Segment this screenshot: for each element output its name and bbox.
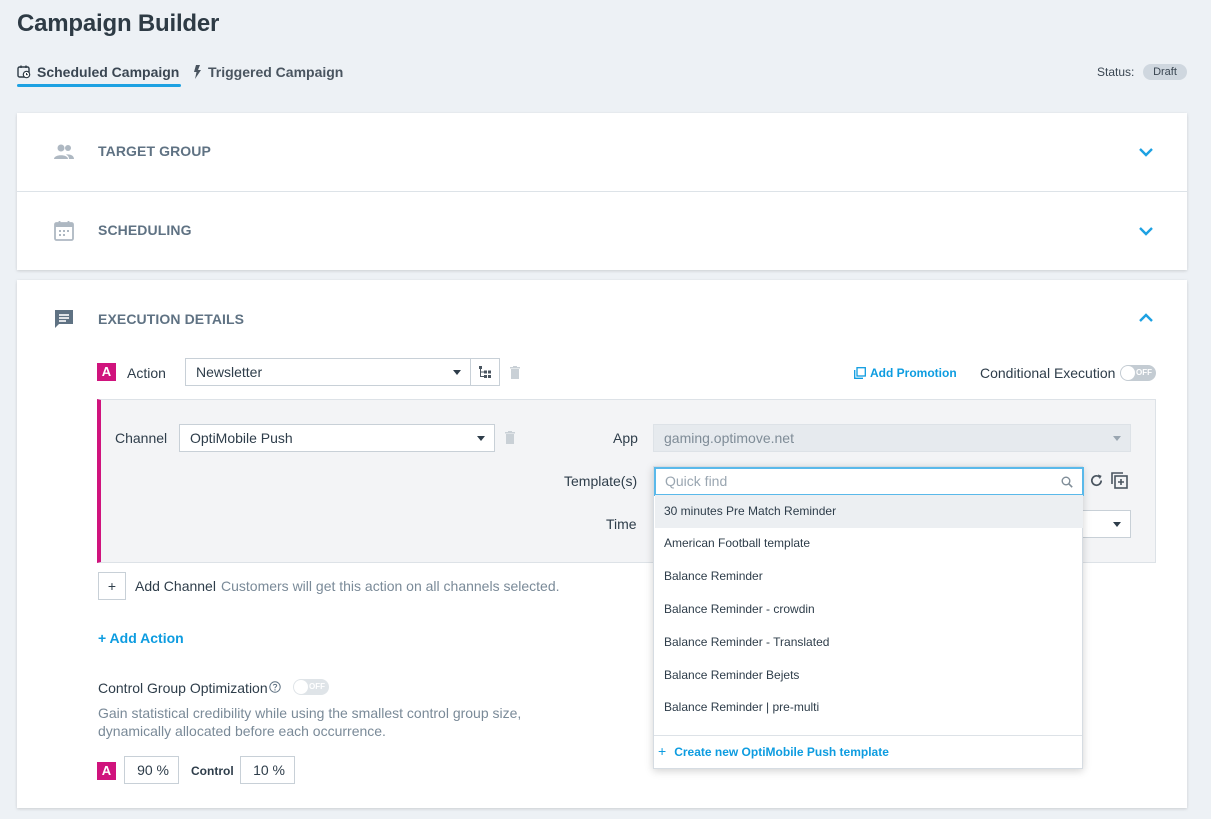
caret-down-icon: [477, 436, 485, 441]
tab-label: Scheduled Campaign: [37, 64, 180, 80]
add-promotion-label: Add Promotion: [870, 366, 957, 380]
template-dropdown: Quick find 30 minutes Pre Match Reminder…: [653, 466, 1084, 769]
chevron-down-icon[interactable]: [1137, 222, 1155, 240]
conditional-execution-toggle[interactable]: OFF: [1120, 365, 1156, 381]
toggle-state: OFF: [309, 682, 325, 691]
caret-down-icon: [1113, 436, 1121, 441]
trash-icon[interactable]: [505, 431, 515, 444]
action-tree-button[interactable]: [470, 358, 500, 386]
scheduling-header[interactable]: SCHEDULING: [17, 192, 1187, 270]
plus-icon: +: [107, 578, 117, 594]
templates-label: Template(s): [564, 473, 638, 489]
add-channel-button[interactable]: +: [98, 572, 126, 600]
toggle-state: OFF: [1136, 368, 1152, 377]
template-option[interactable]: Balance Reminder | pre-multi: [655, 691, 1083, 724]
help-icon[interactable]: [269, 681, 281, 693]
status-label: Status:: [1097, 65, 1135, 79]
add-action-link[interactable]: + Add Action: [98, 630, 184, 646]
channel-select[interactable]: OptiMobile Push: [179, 424, 495, 452]
calendar-clock-icon: [17, 65, 31, 79]
page-title: Campaign Builder: [17, 10, 220, 37]
conditional-execution-label: Conditional Execution: [980, 365, 1116, 381]
chevron-up-icon[interactable]: [1137, 309, 1155, 327]
control-label: Control: [191, 764, 234, 778]
tab-label: Triggered Campaign: [208, 64, 344, 80]
search-icon: [1061, 476, 1073, 488]
action-select[interactable]: Newsletter: [185, 358, 471, 386]
time-label: Time: [606, 516, 637, 532]
add-promotion-link[interactable]: Add Promotion: [854, 366, 957, 380]
toggle-knob: [294, 680, 308, 694]
message-icon: [55, 310, 73, 328]
control-group-label: Control Group Optimization: [98, 680, 268, 696]
template-option[interactable]: Balance Reminder: [655, 560, 1083, 593]
copy-icon: [854, 367, 866, 379]
template-search-placeholder: Quick find: [665, 473, 728, 489]
template-option[interactable]: Balance Reminder - Translated: [655, 626, 1083, 659]
control-percentage-input[interactable]: 10 %: [240, 756, 295, 784]
tree-icon: [479, 366, 491, 378]
action-percentage-input[interactable]: 90 %: [124, 756, 179, 784]
trash-icon[interactable]: [510, 366, 520, 379]
create-template-link[interactable]: + Create new OptiMobile Push template: [658, 743, 889, 759]
app-select-value: gaming.optimove.net: [664, 430, 794, 446]
action-badge: A: [97, 762, 116, 780]
action-badge: A: [97, 363, 116, 381]
create-template-label: Create new OptiMobile Push template: [674, 745, 889, 759]
people-icon: [54, 144, 74, 159]
time-select[interactable]: [1081, 510, 1131, 538]
calendar-icon: [54, 221, 74, 241]
add-channel-hint: Customers will get this action on all ch…: [221, 578, 560, 594]
refresh-icon[interactable]: [1089, 473, 1104, 488]
target-group-header[interactable]: TARGET GROUP: [17, 113, 1187, 191]
control-group-description-1: Gain statistical credibility while using…: [98, 705, 522, 721]
caret-down-icon: [453, 370, 461, 375]
section-title: SCHEDULING: [98, 222, 192, 238]
active-tab-indicator: [17, 84, 181, 87]
app-select: gaming.optimove.net: [653, 424, 1131, 452]
status-badge: Draft: [1143, 64, 1187, 80]
caret-down-icon: [1113, 522, 1121, 527]
app-label: App: [613, 430, 638, 446]
template-search-input[interactable]: Quick find: [654, 467, 1084, 496]
add-channel-label[interactable]: Add Channel: [135, 578, 216, 594]
tab-scheduled-campaign[interactable]: Scheduled Campaign: [17, 63, 179, 81]
action-select-value: Newsletter: [196, 364, 263, 380]
channel-label: Channel: [115, 430, 168, 446]
section-title: EXECUTION DETAILS: [98, 311, 245, 327]
plus-icon: +: [658, 743, 667, 759]
control-group-toggle[interactable]: OFF: [293, 679, 329, 695]
add-template-icon[interactable]: [1111, 472, 1128, 489]
lightning-icon: [194, 65, 201, 79]
tab-triggered-campaign[interactable]: Triggered Campaign: [192, 63, 343, 81]
template-option[interactable]: Balance Reminder Bejets: [655, 659, 1083, 692]
action-label: Action: [127, 365, 166, 381]
template-option[interactable]: Balance Reminder - crowdin: [655, 593, 1083, 626]
toggle-knob: [1121, 366, 1135, 380]
collapsed-sections-card: TARGET GROUP SCHEDULING: [17, 113, 1187, 270]
template-option[interactable]: American Football template: [655, 527, 1083, 560]
chevron-down-icon[interactable]: [1137, 143, 1155, 161]
dropdown-divider: [654, 735, 1082, 736]
template-option[interactable]: 30 minutes Pre Match Reminder: [655, 495, 1083, 528]
control-group-description-2: dynamically allocated before each occurr…: [98, 723, 386, 739]
section-title: TARGET GROUP: [98, 143, 211, 159]
channel-select-value: OptiMobile Push: [190, 430, 293, 446]
